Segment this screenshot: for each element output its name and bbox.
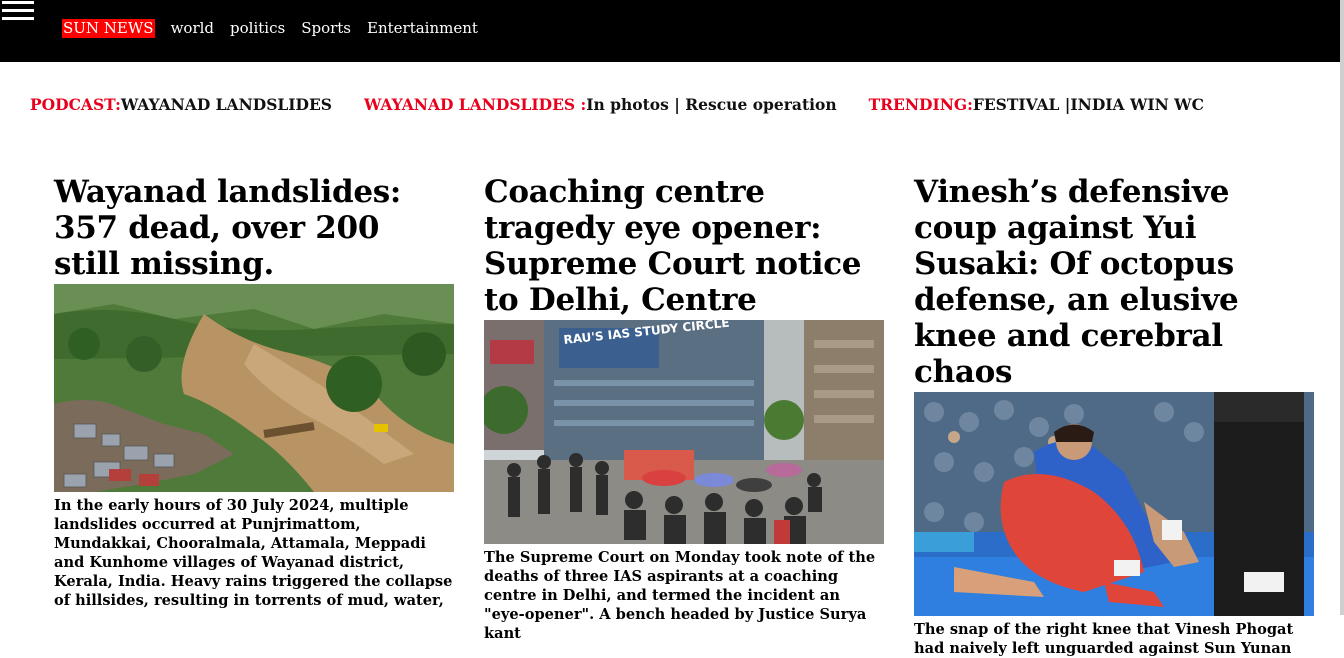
ticker-link[interactable]: FESTIVAL |INDIA WIN WC (973, 95, 1204, 114)
article-summary: The snap of the right knee that Vinesh P… (914, 621, 1294, 657)
ticker-link[interactable]: WAYANAD LANDSLIDES (121, 95, 332, 114)
article-headline[interactable]: Vinesh’s defensive coup against Yui Susa… (914, 174, 1314, 390)
article-card-vinesh: Vinesh’s defensive coup against Yui Susa… (914, 174, 1314, 658)
article-card-wayanad: Wayanad landslides: 357 dead, over 200 s… (54, 174, 454, 610)
scrollbar-thumb[interactable] (1340, 0, 1344, 615)
nav-link-world[interactable]: world (171, 19, 214, 38)
article-photo-landslide[interactable] (54, 284, 454, 492)
article-headline[interactable]: Coaching centre tragedy eye opener: Supr… (484, 174, 884, 318)
ticker-item-podcast[interactable]: PODCAST:WAYANAD LANDSLIDES (30, 95, 332, 114)
ticker-label: WAYANAD LANDSLIDES : (364, 94, 587, 114)
ticker-item-wayanad[interactable]: WAYANAD LANDSLIDES :In photos | Rescue o… (364, 95, 837, 114)
article-summary: The Supreme Court on Monday took note of… (484, 549, 876, 642)
article-card-coaching-centre: Coaching centre tragedy eye opener: Supr… (484, 174, 884, 643)
ticker-label: PODCAST: (30, 94, 121, 114)
trending-ticker: PODCAST:WAYANAD LANDSLIDES WAYANAD LANDS… (30, 93, 1236, 115)
vertical-scrollbar[interactable] (1340, 0, 1344, 615)
ticker-link[interactable]: In photos | Rescue operation (586, 95, 836, 114)
nav-link-entertainment[interactable]: Entertainment (367, 19, 478, 38)
article-headline[interactable]: Wayanad landslides: 357 dead, over 200 s… (54, 174, 454, 282)
nav-link-sports[interactable]: Sports (301, 19, 351, 38)
hamburger-menu-icon[interactable] (2, 1, 34, 21)
nav-link-politics[interactable]: politics (230, 19, 285, 38)
ticker-item-trending[interactable]: TRENDING:FESTIVAL |INDIA WIN WC (869, 95, 1204, 114)
top-navigation-bar: SUN NEWS world politics Sports Entertain… (0, 0, 1340, 62)
ticker-label: TRENDING: (868, 94, 973, 114)
article-photo-coaching-centre[interactable]: RAU'S IAS STUDY CIRCLE (484, 320, 884, 544)
main-nav: SUN NEWS world politics Sports Entertain… (62, 18, 494, 38)
article-photo-wrestling[interactable] (914, 392, 1314, 616)
brand-logo[interactable]: SUN NEWS (62, 18, 155, 38)
article-summary: In the early hours of 30 July 2024, mult… (54, 497, 453, 609)
